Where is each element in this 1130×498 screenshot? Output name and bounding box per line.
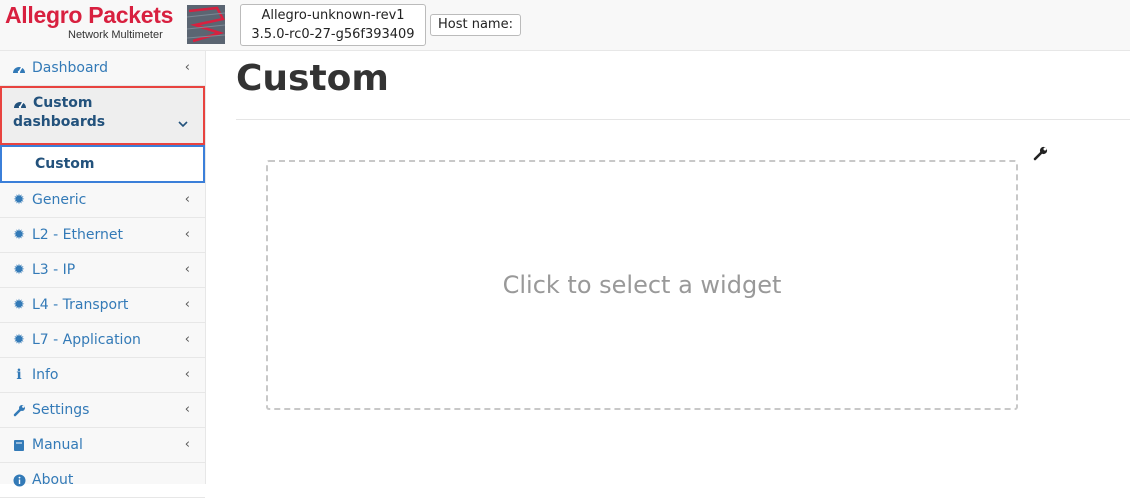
sidebar-item-label: Info: [32, 367, 59, 383]
gear-icon: ✹: [13, 262, 25, 278]
sidebar-item-label: L7 - Application: [32, 332, 141, 348]
title-divider: [236, 119, 1130, 120]
chevron-left-icon: ‹: [184, 60, 190, 75]
sidebar-item-manual[interactable]: Manual ‹: [0, 428, 205, 463]
sidebar-subitem-custom[interactable]: Custom: [0, 145, 205, 183]
widget-placeholder-text: Click to select a widget: [502, 271, 782, 299]
gear-icon: ✹: [13, 297, 25, 313]
chevron-left-icon: ‹: [184, 402, 190, 417]
sidebar-item-label: Generic: [32, 192, 87, 208]
sidebar-item-l4-transport[interactable]: ✹ L4 - Transport ‹: [0, 288, 205, 323]
book-icon: [12, 438, 26, 452]
sidebar-item-generic[interactable]: ✹ Generic ‹: [0, 183, 205, 218]
info-circle-icon: [12, 473, 26, 487]
sidebar-item-label: Settings: [32, 402, 90, 418]
device-logo-icon: [187, 5, 225, 44]
sidebar-item-label: L2 - Ethernet: [32, 227, 123, 243]
sidebar-item-l7-application[interactable]: ✹ L7 - Application ‹: [0, 323, 205, 358]
sidebar-item-dashboard[interactable]: Dashboard ‹: [0, 51, 205, 86]
info-icon: i: [16, 367, 22, 383]
logo-title: Allegro Packets: [5, 2, 174, 28]
chevron-left-icon: ‹: [184, 297, 190, 312]
wrench-icon: [12, 403, 26, 417]
sidebar-item-label: Custom: [33, 95, 93, 111]
chevron-left-icon: ‹: [184, 262, 190, 277]
gear-icon: ✹: [13, 332, 25, 348]
sidebar-item-l2-ethernet[interactable]: ✹ L2 - Ethernet ‹: [0, 218, 205, 253]
sidebar-item-settings[interactable]: Settings ‹: [0, 393, 205, 428]
sidebar-item-label: L3 - IP: [32, 262, 76, 278]
chevron-down-icon: [178, 117, 188, 132]
host-name-label: Host name:: [430, 14, 521, 36]
chevron-left-icon: ‹: [184, 192, 190, 207]
dashboard-icon: [12, 61, 26, 75]
brand-logo[interactable]: Allegro Packets Network Multimeter: [0, 0, 180, 50]
sidebar: Dashboard ‹ Custom dashboards Custom ✹ G…: [0, 51, 206, 498]
chevron-left-icon: ‹: [184, 367, 190, 382]
sidebar-item-about[interactable]: About: [0, 463, 205, 498]
dashboard-icon: [13, 96, 27, 110]
version-number: 3.5.0-rc0-27-g56f393409: [251, 27, 415, 42]
gear-icon: ✹: [13, 192, 25, 208]
sidebar-item-label: L4 - Transport: [32, 297, 129, 313]
sidebar-item-info[interactable]: i Info ‹: [0, 358, 205, 393]
widget-placeholder[interactable]: Click to select a widget: [266, 160, 1018, 410]
page-title: Custom: [236, 58, 389, 99]
sidebar-item-custom-dashboards[interactable]: Custom dashboards: [0, 86, 205, 145]
sidebar-item-label: Dashboard: [32, 60, 108, 76]
gear-icon: ✹: [13, 227, 25, 243]
sidebar-item-label: About: [32, 472, 74, 488]
chevron-left-icon: ‹: [184, 437, 190, 452]
chevron-left-icon: ‹: [184, 332, 190, 347]
sidebar-item-label: Manual: [32, 437, 83, 453]
sidebar-item-l3-ip[interactable]: ✹ L3 - IP ‹: [0, 253, 205, 288]
top-navbar: Allegro Packets Network Multimeter Alleg…: [0, 0, 1130, 51]
wrench-icon[interactable]: [1033, 145, 1049, 161]
version-name: Allegro-unknown-rev1: [261, 8, 405, 23]
chevron-left-icon: ‹: [184, 227, 190, 242]
sidebar-item-label-line2: dashboards: [13, 114, 106, 130]
logo-subtitle: Network Multimeter: [68, 29, 163, 41]
version-info: Allegro-unknown-rev1 3.5.0-rc0-27-g56f39…: [240, 4, 426, 46]
